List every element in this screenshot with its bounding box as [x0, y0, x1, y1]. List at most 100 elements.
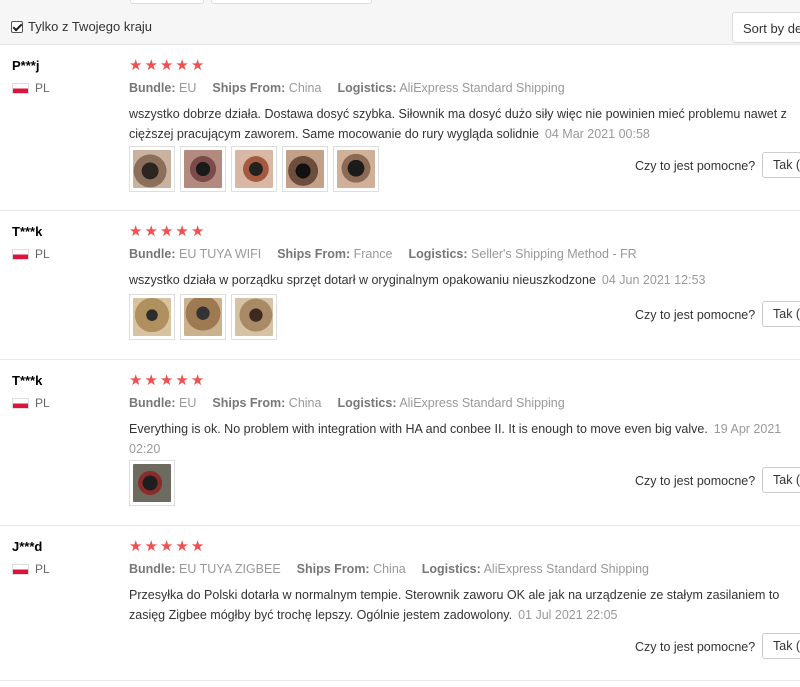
star-icon: ★: [159, 538, 174, 555]
ships-from-key: Ships From:: [212, 396, 286, 410]
review-photo-thumbnail[interactable]: [231, 146, 277, 192]
review-item: T***k PL ★ ★ ★ ★ ★ Bundle: EU Ships From: Ch…: [0, 360, 800, 526]
star-rating: ★ ★ ★ ★ ★: [129, 373, 204, 388]
review-text: Everything is ok. No problem with integr…: [129, 422, 708, 436]
top-control-stub[interactable]: [130, 0, 204, 4]
review-item: J***d PL ★ ★ ★ ★ ★ Bundle: EU TUYA ZIGBEE Sh…: [0, 526, 800, 681]
review-meta: Bundle: EU TUYA ZIGBEE Ships From: China…: [129, 562, 649, 576]
review-meta: Bundle: EU Ships From: China Logistics: …: [129, 81, 565, 95]
star-icon: ★: [175, 57, 189, 74]
star-icon: ★: [129, 57, 143, 74]
ships-from-value: France: [353, 247, 393, 261]
review-text: wszystko dobrze działa. Dostawa dosyć sz…: [129, 107, 787, 141]
ships-from-value: China: [288, 81, 322, 95]
only-my-country-checkbox[interactable]: [11, 20, 23, 33]
review-photo-thumbnail[interactable]: [231, 294, 277, 340]
star-icon: ★: [175, 538, 189, 555]
review-photo-thumbnail[interactable]: [333, 146, 379, 192]
review-photo-thumbnail[interactable]: [129, 294, 175, 340]
star-icon: ★: [144, 223, 158, 240]
review-photos: [129, 146, 379, 192]
helpful-yes-button[interactable]: Tak (: [762, 301, 800, 327]
review-photo-thumbnail[interactable]: [180, 146, 226, 192]
star-icon: ★: [144, 372, 158, 389]
star-icon: ★: [175, 223, 189, 240]
logistics-value: Seller's Shipping Method - FR: [471, 247, 637, 261]
reviewer-country: PL: [12, 247, 50, 261]
star-icon: ★: [190, 223, 205, 240]
bundle-key: Bundle:: [129, 81, 176, 95]
star-icon: ★: [190, 372, 205, 389]
star-icon: ★: [144, 538, 158, 555]
ships-from-key: Ships From:: [212, 81, 286, 95]
review-text-block: Przesyłka do Polski dotarła w normalnym …: [129, 585, 794, 625]
helpful-question: Czy to jest pomocne?: [635, 308, 756, 322]
review-meta: Bundle: EU Ships From: China Logistics: …: [129, 396, 565, 410]
poland-flag-icon: [12, 82, 29, 94]
logistics-key: Logistics:: [337, 396, 397, 410]
reviewer-country: PL: [12, 562, 50, 576]
country-code: PL: [35, 81, 50, 95]
reviewer-name: J***d: [12, 539, 43, 554]
logistics-value: AliExpress Standard Shipping: [483, 562, 649, 576]
review-photos: [129, 460, 175, 506]
only-my-country-filter[interactable]: Tylko z Twojego kraju: [11, 19, 152, 34]
country-code: PL: [35, 396, 50, 410]
helpful-question: Czy to jest pomocne?: [635, 640, 756, 654]
star-icon: ★: [190, 538, 205, 555]
logistics-value: AliExpress Standard Shipping: [399, 81, 565, 95]
review-photo-thumbnail[interactable]: [282, 146, 328, 192]
only-my-country-label: Tylko z Twojego kraju: [28, 19, 153, 34]
review-date: 01 Jul 2021 22:05: [518, 608, 618, 622]
ships-from-value: China: [288, 396, 322, 410]
sort-dropdown[interactable]: Sort by de: [732, 12, 800, 43]
review-photos: [129, 294, 277, 340]
ships-from-key: Ships From:: [296, 562, 370, 576]
review-date: 04 Mar 2021 00:58: [544, 127, 650, 141]
reviewer-name: P***j: [12, 58, 40, 73]
star-icon: ★: [159, 57, 174, 74]
top-control-stub[interactable]: [211, 0, 372, 4]
helpful-yes-button[interactable]: Tak (: [762, 467, 800, 493]
bundle-key: Bundle:: [129, 247, 176, 261]
reviewer-name: T***k: [12, 373, 43, 388]
helpful-yes-button[interactable]: Tak (: [762, 633, 800, 659]
logistics-key: Logistics:: [408, 247, 468, 261]
star-rating: ★ ★ ★ ★ ★: [129, 58, 204, 73]
review-text-block: wszystko dobrze działa. Dostawa dosyć sz…: [129, 104, 794, 144]
review-item: P***j PL ★ ★ ★ ★ ★ Bundle: EU Ships From: Ch…: [0, 45, 800, 211]
reviewer-name: T***k: [12, 224, 43, 239]
star-rating: ★ ★ ★ ★ ★: [129, 224, 204, 239]
review-photo-thumbnail[interactable]: [180, 294, 226, 340]
bundle-value: EU: [179, 81, 197, 95]
review-photo-thumbnail[interactable]: [129, 146, 175, 192]
review-photo-thumbnail[interactable]: [129, 460, 175, 506]
bundle-value: EU: [179, 396, 197, 410]
logistics-key: Logistics:: [337, 81, 397, 95]
bundle-value: EU TUYA ZIGBEE: [179, 562, 281, 576]
review-meta: Bundle: EU TUYA WIFI Ships From: France …: [129, 247, 637, 261]
ships-from-value: China: [373, 562, 406, 576]
review-date: 04 Jun 2021 12:53: [601, 273, 706, 287]
helpful-question: Czy to jest pomocne?: [635, 159, 756, 173]
helpful-question: Czy to jest pomocne?: [635, 474, 756, 488]
country-code: PL: [35, 562, 50, 576]
poland-flag-icon: [12, 397, 29, 409]
helpful-yes-button[interactable]: Tak (: [762, 152, 800, 178]
star-rating: ★ ★ ★ ★ ★: [129, 539, 204, 554]
review-text: Przesyłka do Polski dotarła w normalnym …: [129, 588, 780, 622]
bundle-key: Bundle:: [129, 396, 176, 410]
bundle-value: EU TUYA WIFI: [179, 247, 262, 261]
star-icon: ★: [129, 223, 143, 240]
poland-flag-icon: [12, 248, 29, 260]
review-text-block: wszystko działa w porządku sprzęt dotarł…: [129, 270, 794, 290]
filter-bar: Tylko z Twojego kraju Sort by de: [0, 0, 800, 45]
star-icon: ★: [159, 372, 174, 389]
bundle-key: Bundle:: [129, 562, 176, 576]
reviewer-country: PL: [12, 396, 50, 410]
ships-from-key: Ships From:: [277, 247, 351, 261]
logistics-value: AliExpress Standard Shipping: [399, 396, 565, 410]
reviewer-country: PL: [12, 81, 50, 95]
star-icon: ★: [144, 57, 158, 74]
review-item: T***k PL ★ ★ ★ ★ ★ Bundle: EU TUYA WIFI Ship…: [0, 211, 800, 360]
